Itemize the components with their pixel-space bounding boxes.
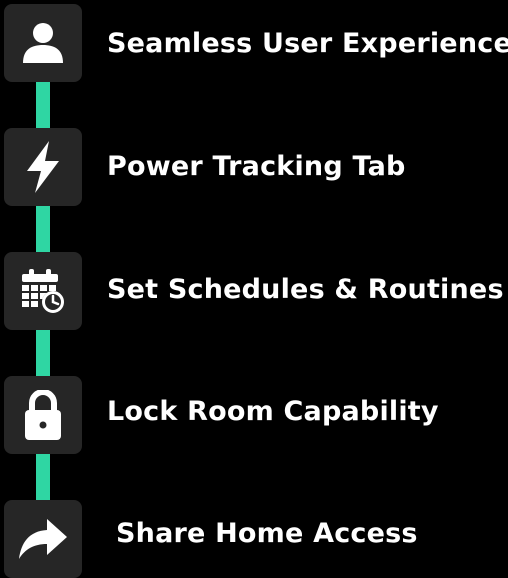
lightning-bolt-icon [27,141,59,193]
lock-icon [25,390,61,440]
feature-label: Seamless User Experience [107,28,508,59]
feature-label: Lock Room Capability [107,396,439,427]
feature-label: Share Home Access [116,518,418,549]
timeline-connector [36,330,50,376]
feature-icon-tile [4,376,82,454]
share-arrow-icon [19,519,67,559]
feature-icon-tile [4,128,82,206]
feature-label: Set Schedules & Routines [107,274,504,305]
timeline-connector [36,454,50,500]
feature-icon-tile [4,252,82,330]
timeline-connector [36,206,50,252]
feature-label: Power Tracking Tab [107,151,406,182]
calendar-clock-icon [22,269,64,313]
user-icon [23,23,63,63]
timeline-connector [36,82,50,128]
feature-icon-tile [4,4,82,82]
feature-icon-tile [4,500,82,578]
